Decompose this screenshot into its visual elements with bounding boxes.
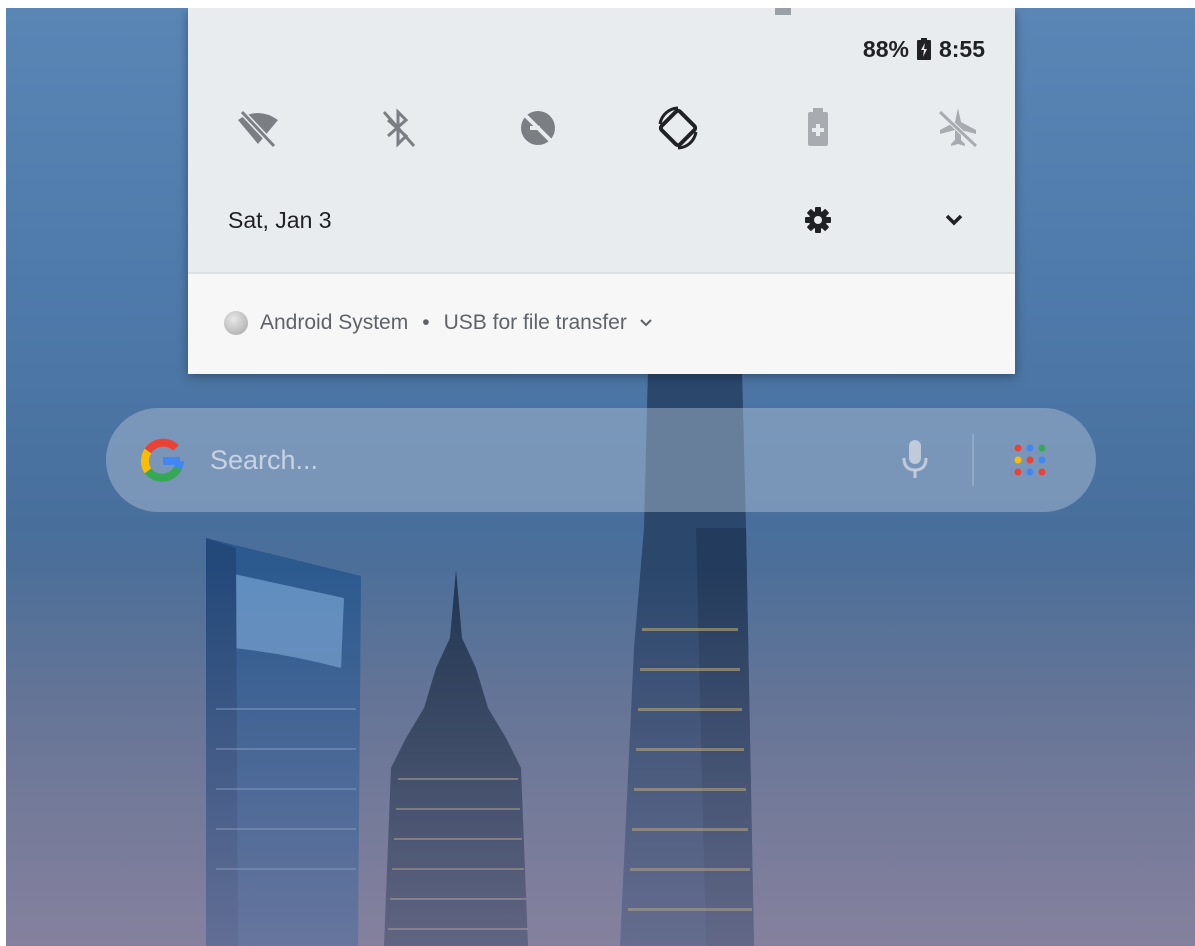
shade-footer: Sat, Jan 3 (228, 202, 974, 238)
airplane-off-icon (938, 108, 978, 148)
battery-saver-icon (808, 108, 828, 146)
shade-drag-handle[interactable] (775, 8, 791, 15)
app-drawer-icon[interactable] (1012, 442, 1048, 478)
wifi-off-icon (238, 109, 278, 149)
tile-auto-rotate[interactable] (648, 98, 708, 158)
wallpaper-sky-glow (6, 568, 1195, 946)
usb-notification[interactable]: Android System • USB for file transfer (188, 272, 1015, 374)
settings-button[interactable] (798, 202, 838, 238)
battery-charging-icon (916, 38, 931, 60)
tile-do-not-disturb[interactable] (508, 98, 568, 158)
date-label: Sat, Jan 3 (228, 206, 332, 233)
battery-percent: 88% (862, 35, 909, 62)
chevron-down-icon[interactable] (639, 318, 653, 328)
search-divider (972, 434, 974, 486)
dnd-off-icon (521, 111, 555, 145)
google-search-bar[interactable]: Search... (106, 408, 1096, 512)
notification-header: Android System • USB for file transfer (224, 308, 653, 338)
bluetooth-off-icon (382, 108, 416, 148)
microphone-icon[interactable] (900, 438, 930, 482)
chevron-down-icon (945, 214, 963, 226)
gear-icon (805, 207, 831, 233)
auto-rotate-icon (658, 106, 698, 150)
home-screen: 88% 8:55 Sat, Jan 3 Android System • USB… (6, 8, 1195, 946)
tile-wifi[interactable] (228, 98, 288, 158)
quick-settings-tiles (228, 98, 988, 158)
tile-bluetooth[interactable] (368, 98, 428, 158)
notification-shade[interactable]: 88% 8:55 Sat, Jan 3 Android System • USB… (188, 8, 1015, 374)
tile-battery-saver[interactable] (788, 98, 848, 158)
notification-separator: • (422, 311, 430, 334)
search-input[interactable]: Search... (210, 442, 318, 478)
google-logo-icon[interactable] (140, 438, 186, 484)
notification-app-name: Android System (260, 311, 409, 334)
status-bar: 88% 8:55 (863, 34, 985, 64)
tile-airplane-mode[interactable] (928, 98, 988, 158)
notification-title: USB for file transfer (443, 311, 627, 334)
android-system-icon (224, 311, 248, 335)
clock: 8:55 (938, 35, 985, 62)
expand-shade-button[interactable] (934, 202, 974, 238)
